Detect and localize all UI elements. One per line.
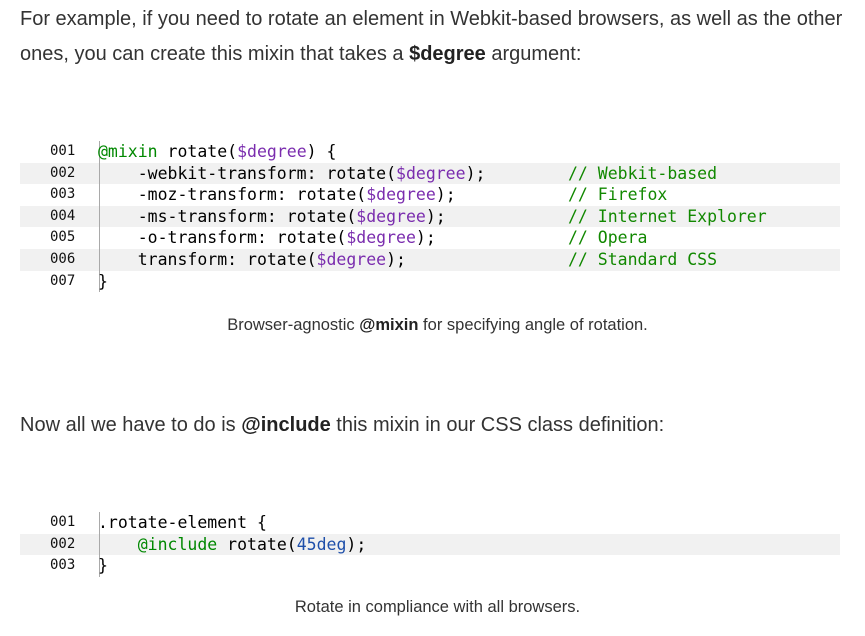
- code-text: -ms-transform: rotate($degree);: [98, 206, 446, 228]
- code-line: 007}: [20, 270, 840, 293]
- code-token: ) {: [306, 142, 337, 161]
- line-number: 003: [50, 555, 100, 577]
- code-token: );: [465, 163, 486, 183]
- code-line: 004 -ms-transform: rotate($degree); // In…: [20, 205, 840, 228]
- code-token: $degree: [346, 228, 416, 248]
- para-2-text-after: this mixin in our CSS class definition:: [330, 414, 665, 436]
- code-token: );: [435, 185, 456, 205]
- code-line: 001 .rotate-element {: [20, 512, 840, 534]
- line-number: 001: [50, 141, 100, 163]
- caption-1-text-after: for specifying angle of rotation.: [418, 316, 648, 334]
- code-comment: // Internet Explorer: [568, 206, 767, 226]
- code-comment: // Standard CSS: [568, 249, 718, 269]
- code-token: $degree: [316, 249, 387, 269]
- code-token: @mixin: [98, 142, 158, 161]
- code-token: rotate(: [217, 534, 297, 554]
- code-token: -ms-transform: rotate(: [98, 206, 357, 226]
- line-number: 004: [50, 205, 100, 228]
- code-token: );: [425, 206, 446, 226]
- code-line: 005 -o-transform: rotate($degree); // Ope…: [20, 227, 840, 249]
- code-token: @include: [137, 534, 218, 554]
- code-token: 45deg: [296, 534, 347, 554]
- line-number: 001: [50, 512, 100, 534]
- code-line: 002 @include rotate(45deg);: [20, 533, 840, 556]
- code-token: transform: rotate(: [98, 249, 317, 269]
- code-token: $degree: [366, 185, 436, 205]
- intro-paragraph: For example, if you need to rotate an el…: [20, 2, 845, 72]
- line-number: 006: [50, 248, 100, 271]
- line-number: 005: [50, 227, 100, 249]
- code-line: 001 @mixin rotate($degree) {: [20, 141, 840, 163]
- code-token: );: [415, 228, 436, 248]
- code-token: -o-transform: rotate(: [98, 228, 347, 248]
- code-text: -webkit-transform: rotate($degree);: [98, 163, 486, 185]
- code-line: 003}: [20, 555, 840, 577]
- include-paragraph: Now all we have to do is @include this m…: [20, 408, 845, 443]
- intro-text-after: argument:: [485, 43, 582, 65]
- code-token: .rotate-element {: [98, 513, 267, 532]
- code-token: $degree: [396, 163, 466, 183]
- code-comment: // Opera: [568, 228, 648, 248]
- code-token: }: [98, 271, 108, 291]
- code-line: 006 transform: rotate($degree); // Standa…: [20, 248, 840, 271]
- caption-1-code-word: @mixin: [359, 316, 419, 334]
- caption-1-text-before: Browser-agnostic: [227, 316, 360, 334]
- code-block-mixin: 001 @mixin rotate($degree) {002 -webkit-t…: [20, 141, 840, 293]
- code-token: $degree: [237, 142, 307, 161]
- code-token: );: [346, 534, 367, 554]
- code-block-include: 001 .rotate-element {002 @include rotate(…: [20, 512, 840, 577]
- code-token: rotate(: [157, 142, 238, 161]
- line-number: 003: [50, 184, 100, 206]
- code-line: 003 -moz-transform: rotate($degree); // F…: [20, 184, 840, 206]
- line-number: 002: [50, 162, 100, 185]
- code-token: }: [98, 556, 108, 576]
- code-text: @include rotate(45deg);: [98, 534, 367, 556]
- code-text: -o-transform: rotate($degree);: [98, 227, 436, 249]
- para-2-code-word: @include: [241, 414, 331, 436]
- code-token: -webkit-transform: rotate(: [98, 163, 397, 183]
- code-text: }: [98, 555, 108, 577]
- caption-mixin: Browser-agnostic @mixin for specifying a…: [30, 316, 845, 335]
- para-2-text-before: Now all we have to do is: [20, 414, 242, 436]
- line-number: 007: [50, 270, 100, 293]
- code-token: );: [386, 249, 406, 269]
- code-line: 002 -webkit-transform: rotate($degree); /…: [20, 162, 840, 185]
- code-text: transform: rotate($degree);: [98, 249, 406, 271]
- code-comment: // Firefox: [568, 185, 668, 205]
- code-text: .rotate-element {: [98, 512, 267, 534]
- code-text: }: [98, 271, 108, 293]
- code-token: -moz-transform: rotate(: [98, 185, 367, 205]
- code-token: $degree: [356, 206, 426, 226]
- line-number: 002: [50, 533, 100, 556]
- intro-code-word: $degree: [409, 43, 486, 65]
- code-text: @mixin rotate($degree) {: [98, 141, 336, 163]
- code-comment: // Webkit-based: [568, 163, 718, 183]
- caption-rotate: Rotate in compliance with all browsers.: [294, 598, 581, 616]
- code-text: -moz-transform: rotate($degree);: [98, 184, 456, 206]
